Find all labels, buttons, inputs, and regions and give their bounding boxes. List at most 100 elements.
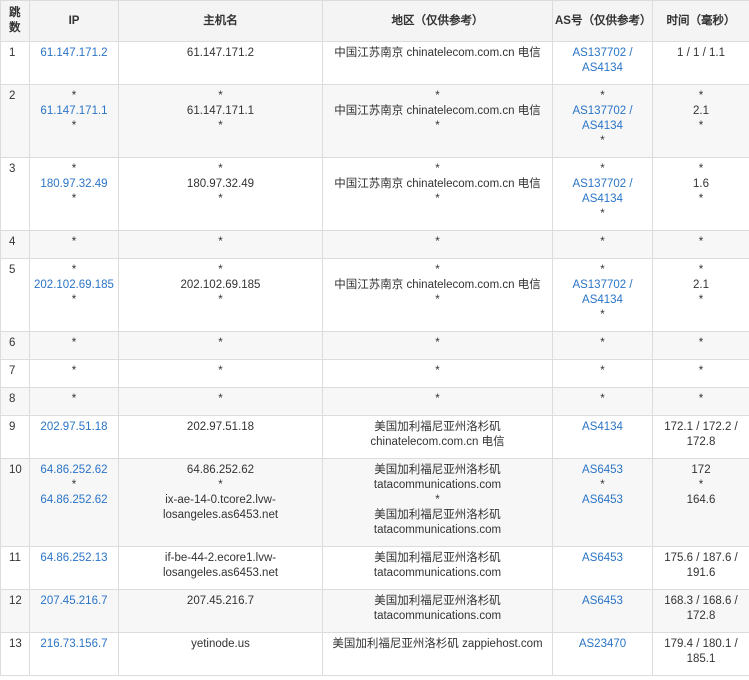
as-number-link[interactable]: AS6453 [555,493,650,508]
latency-text: 2.1 [693,279,709,291]
timeout-marker: * [600,264,605,276]
timeout-marker: * [435,163,440,175]
as-cell: AS6453 * AS6453 [552,458,653,547]
as-cell: AS23470 [552,632,653,676]
timeout-marker: * [435,264,440,276]
hop-number-cell: 11 [0,546,30,590]
timeout-marker: * [218,236,223,248]
as-number-link[interactable]: AS137702 / [555,104,650,119]
ip-address-link[interactable]: 207.45.216.7 [32,594,116,609]
ip-address-link[interactable]: 216.73.156.7 [32,637,116,652]
region-cell: * 中国江苏南京 chinatelecom.com.cn 电信 * [322,258,553,332]
timeout-marker: * [71,163,77,175]
timeout-marker: * [698,193,704,205]
hop-number-cell: 1 [0,41,30,85]
timeout-marker: * [435,236,440,248]
ip-cell: 207.45.216.7 [29,589,119,633]
hop-number-cell: 5 [0,258,30,332]
traceroute-table: 跳数 IP 主机名 地区（仅供参考） AS号（仅供参考） 时间（毫秒） 1 61.… [0,0,749,676]
as-number-link[interactable]: AS4134 [555,119,650,134]
hop-number-cell: 2 [0,84,30,158]
hostname-cell: * 61.147.171.1 * [118,84,323,158]
ip-address-link[interactable]: 64.86.252.62 [32,493,116,508]
as-number-link[interactable]: AS4134 [555,61,650,76]
timeout-marker: * [218,294,223,306]
region-text: 美国加利福尼亚州洛杉矶 [374,595,501,607]
region-text: 中国江苏南京 chinatelecom.com.cn 电信 [334,279,541,291]
ip-cell: 202.97.51.18 [29,415,119,459]
latency-text: 2.1 [693,105,709,117]
ip-cell: 61.147.171.2 [29,41,119,85]
region-cell: 美国加利福尼亚州洛杉矶 tatacommunications.com [322,546,553,590]
region-text: 中国江苏南京 chinatelecom.com.cn 电信 [334,47,541,59]
latency-text: 185.1 [686,653,716,665]
timeout-marker: * [435,393,440,405]
hostname-cell: if-be-44-2.ecore1.lvw-losangeles.as6453.… [118,546,323,590]
ip-address-link[interactable]: 64.86.252.62 [32,463,116,478]
as-cell: * [552,331,653,360]
table-row: 1 61.147.171.2 61.147.171.2 中国江苏南京 chinatel… [0,41,749,85]
ip-cell: 64.86.252.13 [29,546,119,590]
hop-number-cell: 9 [0,415,30,459]
timeout-marker: * [698,236,704,248]
timeout-marker: * [218,365,223,377]
hostname-cell: 61.147.171.2 [118,41,323,85]
as-number-link[interactable]: AS6453 [555,551,650,566]
as-number-link[interactable]: AS6453 [555,594,650,609]
region-text: 美国加利福尼亚州洛杉矶 [374,464,501,476]
ip-address-link[interactable]: 61.147.171.1 [32,104,116,119]
time-cell: * [652,387,749,416]
latency-text: 175.6 / 187.6 / [664,552,738,564]
as-number-link[interactable]: AS23470 [555,637,650,652]
region-cell: * [322,230,553,259]
ip-cell: * [29,359,119,388]
as-number-link[interactable]: AS137702 / [555,278,650,293]
ip-address-link[interactable]: 202.97.51.18 [32,420,116,435]
table-row: 10 64.86.252.62 * 64.86.252.62 64.86.252.62 *… [0,458,749,547]
hostname-text: 180.97.32.49 [186,178,255,190]
timeout-marker: * [698,365,704,377]
ip-address-link[interactable]: 202.102.69.185 [32,278,116,293]
timeout-marker: * [218,90,223,102]
as-number-link[interactable]: AS137702 / [555,46,650,61]
as-number-link[interactable]: AS4134 [555,192,650,207]
hop-number-cell: 6 [0,331,30,360]
col-header-hop: 跳数 [0,0,30,42]
latency-text: 172.8 [686,436,716,448]
timeout-marker: * [600,365,605,377]
timeout-marker: * [435,337,440,349]
hostname-cell: 64.86.252.62 * ix-ae-14-0.tcore2.lvw-losan… [118,458,323,547]
as-cell: * [552,359,653,388]
timeout-marker: * [71,479,77,491]
ip-cell: * 61.147.171.1 * [29,84,119,158]
table-row: 5 * 202.102.69.185 * * 202.102.69.185 * * 中国江苏南京… [0,258,749,332]
as-number-link[interactable]: AS4134 [555,420,650,435]
region-cell: * 中国江苏南京 chinatelecom.com.cn 电信 * [322,84,553,158]
ip-address-link[interactable]: 61.147.171.2 [32,46,116,61]
timeout-marker: * [698,393,704,405]
hostname-cell: 207.45.216.7 [118,589,323,633]
timeout-marker: * [218,337,223,349]
as-number-link[interactable]: AS4134 [555,293,650,308]
table-row: 2 * 61.147.171.1 * * 61.147.171.1 * * 中国江苏南京 chi… [0,84,749,158]
region-text: 美国加利福尼亚州洛杉矶 [374,552,501,564]
latency-text: 172.1 / 172.2 / [664,421,738,433]
hostname-text: 207.45.216.7 [186,595,255,607]
timeout-marker: * [71,264,77,276]
timeout-marker: * [218,120,223,132]
time-cell: 175.6 / 187.6 / 191.6 [652,546,749,590]
timeout-marker: * [698,163,704,175]
latency-text: 179.4 / 180.1 / [664,638,738,650]
latency-text: 164.6 [686,494,716,506]
hostname-text: losangeles.as6453.net [162,509,279,521]
region-cell: 美国加利福尼亚州洛杉矶 chinatelecom.com.cn 电信 [322,415,553,459]
as-number-link[interactable]: AS6453 [555,463,650,478]
timeout-marker: * [600,163,605,175]
table-header: 跳数 IP 主机名 地区（仅供参考） AS号（仅供参考） 时间（毫秒） [0,0,749,42]
ip-address-link[interactable]: 180.97.32.49 [32,177,116,192]
timeout-marker: * [600,393,605,405]
as-cell: AS6453 [552,546,653,590]
ip-address-link[interactable]: 64.86.252.13 [32,551,116,566]
region-text: 美国加利福尼亚州洛杉矶 [374,421,501,433]
as-number-link[interactable]: AS137702 / [555,177,650,192]
